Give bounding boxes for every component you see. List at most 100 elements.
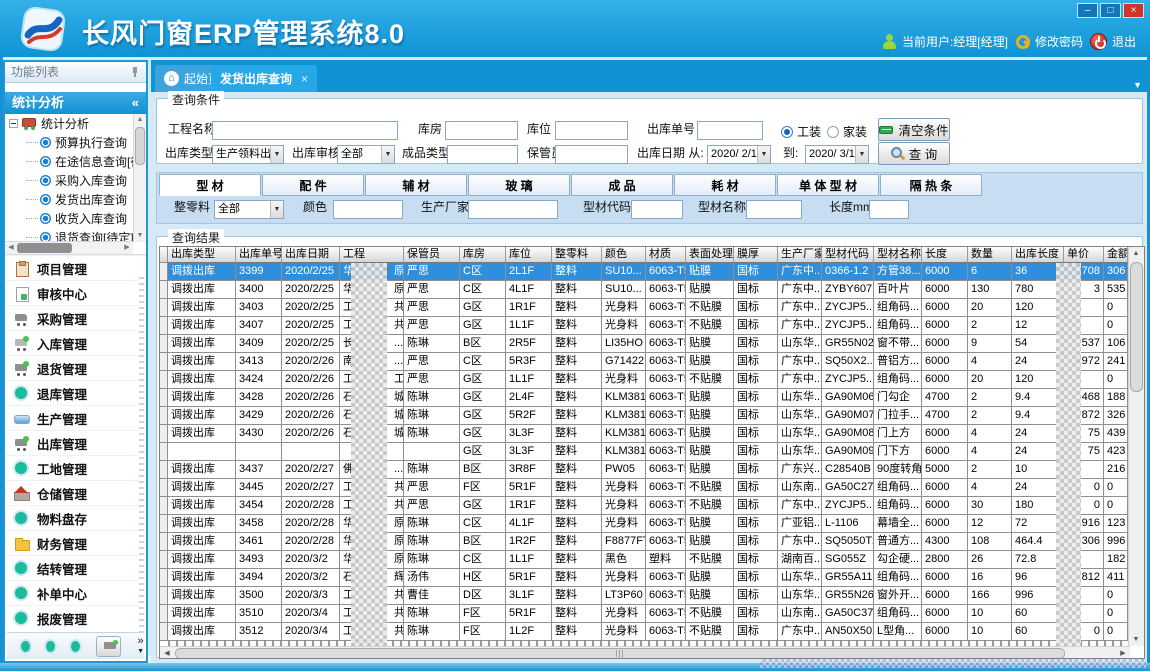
sidebar-item-结转管理[interactable]: 结转管理 [5, 555, 146, 580]
row-selector[interactable] [160, 479, 168, 497]
order-no-input[interactable] [697, 121, 763, 140]
sidebar-item-报废管理[interactable]: 报废管理 [5, 605, 146, 630]
column-header-颜色[interactable]: 颜色 [602, 247, 646, 263]
table-row[interactable]: 调拨出库34032020/2/25工共工程严思G区1R1F整料光身料6063-T… [160, 299, 1144, 317]
tree-item[interactable]: 发货出库查询 [5, 190, 146, 209]
tree-root[interactable]: 统计分析 [5, 114, 146, 133]
radio-gongzhuang[interactable]: 工装 [781, 123, 821, 140]
table-row[interactable]: 调拨出库35002020/3/3工共工程曹佳D区3L1F整料LT3P606063… [160, 587, 1144, 605]
column-header-材质[interactable]: 材质 [646, 247, 686, 263]
profile-code-input[interactable] [631, 200, 683, 219]
scroll-left-icon[interactable]: ◀ [160, 647, 174, 659]
color-input[interactable] [333, 200, 403, 219]
column-header-出库长度[interactable]: 出库长度 [1012, 247, 1064, 263]
tree-item[interactable]: 采购入库查询 [5, 171, 146, 190]
scroll-right-icon[interactable]: ▶ [121, 242, 133, 254]
row-selector[interactable] [160, 461, 168, 479]
table-row[interactable]: 调拨出库34582020/2/28华原...陈琳C区4L1F整料光身料6063-… [160, 515, 1144, 533]
sidebar-item-补单中心[interactable]: 补单中心 [5, 580, 146, 605]
row-selector[interactable] [160, 587, 168, 605]
grid-vscroll-thumb[interactable] [1130, 262, 1143, 392]
scroll-down-icon[interactable]: ▼ [134, 230, 146, 242]
dot-button-1[interactable] [21, 641, 30, 652]
tab-overflow-icon[interactable]: ▼ [1133, 80, 1142, 90]
sidebar-item-生产管理[interactable]: 生产管理 [5, 405, 146, 430]
tree-item[interactable]: 收货入库查询 [5, 209, 146, 228]
material-tab-耗材[interactable]: 耗 材 [674, 174, 776, 196]
row-selector[interactable] [160, 407, 168, 425]
table-row[interactable]: 调拨出库34612020/2/28华原...陈琳B区1R2F整料F8877FT6… [160, 533, 1144, 551]
logout-button[interactable]: 退出 [1090, 33, 1136, 50]
material-tab-辅材[interactable]: 辅 材 [365, 174, 467, 196]
material-tab-玻璃[interactable]: 玻 璃 [468, 174, 570, 196]
sidebar-item-财务管理[interactable]: 财务管理 [5, 530, 146, 555]
row-selector[interactable] [160, 443, 168, 461]
row-selector[interactable] [160, 551, 168, 569]
project-name-input[interactable] [212, 121, 398, 140]
column-header-出库单号[interactable]: 出库单号 [236, 247, 282, 263]
tab-close-icon[interactable]: × [301, 72, 308, 86]
scroll-up-icon[interactable]: ▲ [134, 114, 146, 126]
row-selector[interactable] [160, 515, 168, 533]
table-row[interactable]: 调拨出库34092020/2/25长...陈琳B区2R5F整料LI35HO606… [160, 335, 1144, 353]
row-selector[interactable] [160, 263, 168, 281]
table-row[interactable]: 调拨出库35102020/3/4工共工程陈琳F区5R1F整料光身料6063-T5… [160, 605, 1144, 623]
row-selector[interactable] [160, 497, 168, 515]
sidebar-item-审核中心[interactable]: 审核中心 [5, 280, 146, 305]
row-selector[interactable] [160, 371, 168, 389]
sidebar-item-入库管理[interactable]: 入库管理 [5, 330, 146, 355]
column-header-型材代码[interactable]: 型材代码 [822, 247, 874, 263]
row-selector[interactable] [160, 317, 168, 335]
search-button[interactable]: 查 询 [878, 142, 950, 165]
column-header-出库类型[interactable]: 出库类型 [168, 247, 236, 263]
row-selector[interactable] [160, 281, 168, 299]
material-tab-型材[interactable]: 型 材 [159, 174, 261, 196]
column-header-单价[interactable]: 单价 [1064, 247, 1104, 263]
tree-vscroll-thumb[interactable] [135, 127, 145, 165]
table-row[interactable]: 调拨出库35122020/3/4工共工程陈琳F区1L2F整料光身料6063-T5… [160, 623, 1144, 641]
grid-horizontal-scrollbar[interactable]: ◀ ||| ▶ [160, 646, 1130, 659]
column-header-工程[interactable]: 工程 [340, 247, 404, 263]
more-buttons-chevron[interactable]: »▼ [137, 637, 144, 656]
sidebar-item-采购管理[interactable]: 采购管理 [5, 305, 146, 330]
row-selector[interactable] [160, 569, 168, 587]
grid-vertical-scrollbar[interactable]: ▲ ▼ [1128, 247, 1144, 646]
keeper-input[interactable] [555, 145, 628, 164]
grid-hscroll-thumb[interactable]: ||| [175, 648, 1065, 659]
table-row[interactable]: 调拨出库34932020/3/2华原...陈琳C区1L1F整料黑色塑料不贴膜国标… [160, 551, 1144, 569]
dot-button-3[interactable] [71, 641, 80, 652]
profile-name-input[interactable] [746, 200, 802, 219]
tree-collapse-box-icon[interactable] [9, 119, 18, 128]
column-header-数量[interactable]: 数量 [968, 247, 1012, 263]
scroll-right-icon[interactable]: ▶ [1116, 647, 1130, 659]
dot-button-2[interactable] [46, 641, 55, 652]
tree-item[interactable]: 在途信息查询[待 [5, 152, 146, 171]
table-row[interactable]: 调拨出库34002020/2/25华原...严思C区4L1F整料SU10...6… [160, 281, 1144, 299]
column-header-生产厂家[interactable]: 生产厂家 [778, 247, 822, 263]
row-selector[interactable] [160, 335, 168, 353]
column-header-长度[interactable]: 长度 [922, 247, 968, 263]
date-to-picker[interactable]: 2020/ 3/16▼ [805, 145, 869, 164]
scroll-down-icon[interactable]: ▼ [1129, 633, 1143, 646]
maximize-button[interactable]: □ [1100, 3, 1121, 18]
collapse-icon[interactable]: « [132, 92, 139, 114]
tab-shipment-query[interactable]: 发货出库查询 × [211, 65, 317, 92]
column-header-出库日期[interactable]: 出库日期 [282, 247, 340, 263]
warehouse-input[interactable] [445, 121, 518, 140]
table-row[interactable]: G区3L3F整料KLM38176063-T5贴膜国标山东华...GA90M09.… [160, 443, 1144, 461]
row-selector[interactable] [160, 299, 168, 317]
table-row[interactable]: 调拨出库34072020/2/25工共工程严思G区1L1F整料光身料6063-T… [160, 317, 1144, 335]
material-tab-隔热条[interactable]: 隔 热 条 [880, 174, 982, 196]
minimize-button[interactable]: – [1077, 3, 1098, 18]
sidebar-item-仓储管理[interactable]: 仓储管理 [5, 480, 146, 505]
out-type-combo[interactable]: 生产领料出库▼ [212, 145, 284, 164]
tree-item[interactable]: 预算执行查询 [5, 133, 146, 152]
table-row[interactable]: 调拨出库34292020/2/26石城陈琳G区5R2F整料KLM38176063… [160, 407, 1144, 425]
row-selector[interactable] [160, 425, 168, 443]
tree-hscroll-thumb[interactable] [17, 243, 72, 253]
table-row[interactable]: 调拨出库34942020/3/2石辉城汤伟H区5R1F整料光身料6063-T5贴… [160, 569, 1144, 587]
sidebar-item-退库管理[interactable]: 退库管理 [5, 380, 146, 405]
column-header-型材名称[interactable]: 型材名称 [874, 247, 922, 263]
material-tab-单体型材[interactable]: 单 体 型 材 [777, 174, 879, 196]
material-tab-成品[interactable]: 成 品 [571, 174, 673, 196]
